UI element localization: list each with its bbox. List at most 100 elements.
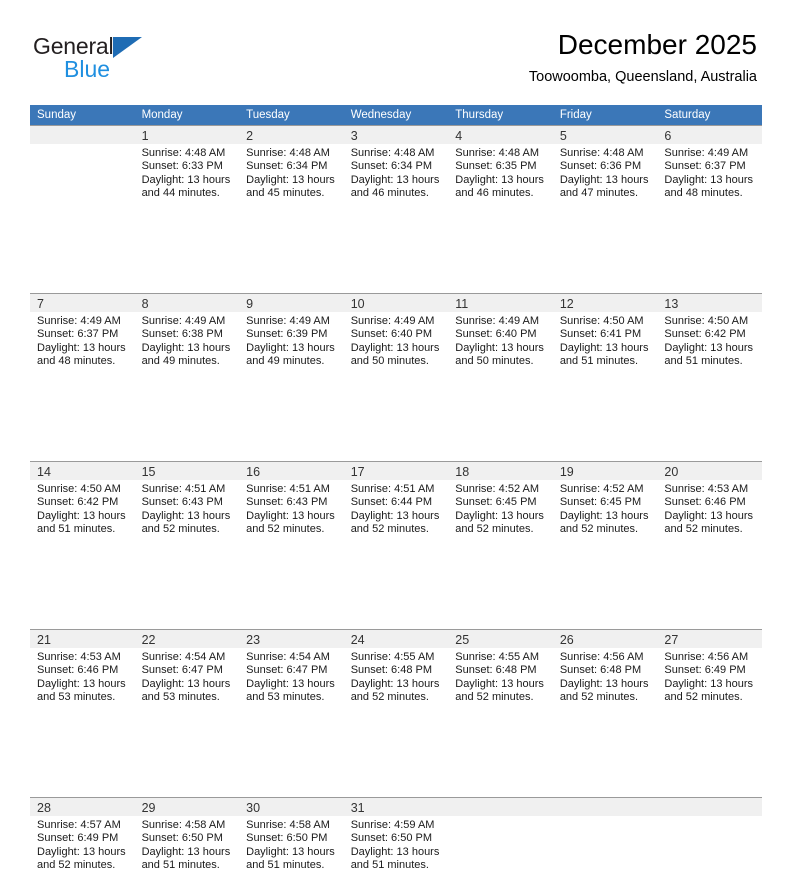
calendar-day-cell[interactable]: 2 Sunrise: 4:48 AM Sunset: 6:34 PM Daylight… (239, 125, 344, 215)
day-cell-inner: 2 Sunrise: 4:48 AM Sunset: 6:34 PM Daylight… (239, 125, 344, 215)
day-cell-body: Sunrise: 4:49 AM Sunset: 6:40 PM Daylight:… (344, 312, 449, 368)
sunset-text: Sunset: 6:48 PM (455, 664, 537, 677)
calendar-day-cell[interactable]: 7 Sunrise: 4:49 AM Sunset: 6:37 PM Daylight… (30, 293, 135, 383)
day-number-band: 6 (657, 126, 762, 144)
week-separator (30, 551, 762, 629)
day-number-band: 7 (30, 294, 135, 312)
day-number: 23 (246, 633, 261, 647)
calendar-day-cell[interactable]: 17 Sunrise: 4:51 AM Sunset: 6:44 PM Dayligh… (343, 461, 449, 551)
sunrise-text: Sunrise: 4:53 AM (37, 651, 121, 663)
calendar-day-cell[interactable]: 29 Sunrise: 4:58 AM Sunset: 6:50 PM Dayligh… (134, 797, 240, 887)
day-cell-inner: 17 Sunrise: 4:51 AM Sunset: 6:44 PM Dayligh… (343, 461, 449, 551)
daylight-text: Daylight: 13 hours and 46 minutes. (455, 173, 544, 199)
day-number-band: 26 (552, 630, 658, 648)
daylight-text: Daylight: 13 hours and 49 minutes. (246, 341, 335, 367)
sunset-text: Sunset: 6:34 PM (246, 160, 328, 173)
calendar-day-cell[interactable]: 15 Sunrise: 4:51 AM Sunset: 6:43 PM Dayligh… (134, 461, 240, 551)
sunset-text: Sunset: 6:41 PM (559, 328, 642, 341)
calendar-day-cell[interactable]: 18 Sunrise: 4:52 AM Sunset: 6:45 PM Dayligh… (448, 461, 553, 551)
day-cell-inner: 16 Sunrise: 4:51 AM Sunset: 6:43 PM Dayligh… (239, 461, 344, 551)
day-number: 18 (455, 465, 470, 479)
day-number: 28 (37, 801, 51, 815)
day-cell-body: Sunrise: 4:52 AM Sunset: 6:45 PM Daylight:… (553, 480, 658, 536)
sunrise-text: Sunrise: 4:51 AM (350, 483, 435, 495)
calendar-day-cell[interactable]: 25 Sunrise: 4:55 AM Sunset: 6:48 PM Dayligh… (448, 629, 553, 719)
day-cell-inner: 11 Sunrise: 4:49 AM Sunset: 6:40 PM Dayligh… (448, 293, 553, 383)
sunset-text: Sunset: 6:50 PM (350, 832, 433, 845)
day-cell-inner: 8 Sunrise: 4:49 AM Sunset: 6:38 PM Daylight… (134, 293, 240, 383)
sunset-text: Sunset: 6:48 PM (350, 664, 433, 677)
sunrise-text: Sunrise: 4:56 AM (559, 651, 644, 663)
sunrise-text: Sunrise: 4:50 AM (37, 483, 121, 495)
weekday-header-sunday: Sunday (30, 105, 135, 125)
general-blue-logo[interactable]: General Blue (33, 33, 193, 83)
day-cell-body: Sunrise: 4:56 AM Sunset: 6:48 PM Daylight:… (553, 648, 658, 704)
calendar-day-cell[interactable]: 27 Sunrise: 4:56 AM Sunset: 6:49 PM Dayligh… (657, 629, 762, 719)
calendar-day-cell[interactable]: 21 Sunrise: 4:53 AM Sunset: 6:46 PM Dayligh… (30, 629, 135, 719)
day-cell-body: Sunrise: 4:55 AM Sunset: 6:48 PM Daylight:… (344, 648, 449, 704)
calendar-day-cell[interactable]: 19 Sunrise: 4:52 AM Sunset: 6:45 PM Dayligh… (552, 461, 658, 551)
daylight-text: Daylight: 13 hours and 51 minutes. (37, 509, 126, 535)
calendar-day-cell[interactable]: 6 Sunrise: 4:49 AM Sunset: 6:37 PM Daylight… (657, 125, 762, 215)
calendar-day-cell[interactable]: 3 Sunrise: 4:48 AM Sunset: 6:34 PM Daylight… (343, 125, 449, 215)
day-cell-inner: 4 Sunrise: 4:48 AM Sunset: 6:35 PM Daylight… (448, 125, 553, 215)
day-cell-body: Sunrise: 4:49 AM Sunset: 6:37 PM Daylight:… (30, 312, 135, 368)
calendar-empty-cell (657, 797, 762, 887)
calendar-day-cell[interactable]: 23 Sunrise: 4:54 AM Sunset: 6:47 PM Dayligh… (239, 629, 344, 719)
calendar-week-row: 1 Sunrise: 4:48 AM Sunset: 6:33 PM Daylight… (30, 125, 762, 215)
sunset-text: Sunset: 6:47 PM (246, 664, 328, 677)
day-number-band: 29 (134, 798, 240, 816)
day-number-band: 28 (30, 798, 135, 816)
day-cell-inner: 22 Sunrise: 4:54 AM Sunset: 6:47 PM Dayligh… (134, 629, 240, 719)
day-number-band: 25 (448, 630, 553, 648)
calendar-day-cell[interactable]: 12 Sunrise: 4:50 AM Sunset: 6:41 PM Dayligh… (552, 293, 658, 383)
calendar-day-cell[interactable]: 22 Sunrise: 4:54 AM Sunset: 6:47 PM Dayligh… (134, 629, 240, 719)
day-cell-body: Sunrise: 4:54 AM Sunset: 6:47 PM Daylight:… (239, 648, 344, 704)
sunrise-text: Sunrise: 4:48 AM (350, 147, 435, 159)
calendar-day-cell[interactable]: 13 Sunrise: 4:50 AM Sunset: 6:42 PM Dayligh… (657, 293, 762, 383)
calendar-day-cell[interactable]: 9 Sunrise: 4:49 AM Sunset: 6:39 PM Daylight… (239, 293, 344, 383)
calendar-week-row: 14 Sunrise: 4:50 AM Sunset: 6:42 PM Dayligh… (30, 461, 762, 551)
calendar-day-cell[interactable]: 24 Sunrise: 4:55 AM Sunset: 6:48 PM Dayligh… (343, 629, 449, 719)
day-cell-body: Sunrise: 4:51 AM Sunset: 6:44 PM Daylight:… (344, 480, 449, 536)
calendar-day-cell[interactable]: 28 Sunrise: 4:57 AM Sunset: 6:49 PM Dayligh… (30, 797, 135, 887)
day-cell-body: Sunrise: 4:52 AM Sunset: 6:45 PM Daylight:… (448, 480, 553, 536)
day-number-band: 16 (239, 462, 344, 480)
daylight-text: Daylight: 13 hours and 48 minutes. (664, 173, 754, 199)
day-number-band: 30 (239, 798, 344, 816)
calendar-day-cell[interactable]: 1 Sunrise: 4:48 AM Sunset: 6:33 PM Daylight… (134, 125, 240, 215)
calendar-day-cell[interactable]: 10 Sunrise: 4:49 AM Sunset: 6:40 PM Dayligh… (343, 293, 449, 383)
day-cell-inner: 6 Sunrise: 4:49 AM Sunset: 6:37 PM Daylight… (657, 125, 762, 215)
calendar-week-row: 28 Sunrise: 4:57 AM Sunset: 6:49 PM Dayligh… (30, 797, 762, 887)
sunrise-text: Sunrise: 4:49 AM (246, 315, 330, 327)
day-cell-body: Sunrise: 4:50 AM Sunset: 6:42 PM Daylight:… (30, 480, 135, 536)
day-cell-body: Sunrise: 4:49 AM Sunset: 6:38 PM Daylight:… (135, 312, 240, 368)
sunset-text: Sunset: 6:46 PM (37, 664, 119, 677)
calendar-day-cell[interactable]: 30 Sunrise: 4:58 AM Sunset: 6:50 PM Dayligh… (239, 797, 344, 887)
day-number: 12 (559, 297, 574, 311)
day-cell-body: Sunrise: 4:49 AM Sunset: 6:37 PM Daylight:… (657, 144, 762, 200)
sunrise-text: Sunrise: 4:54 AM (246, 651, 330, 663)
calendar-empty-cell (30, 125, 135, 215)
day-cell-inner: 19 Sunrise: 4:52 AM Sunset: 6:45 PM Dayligh… (552, 461, 658, 551)
day-number: 6 (664, 129, 672, 143)
calendar-day-cell[interactable]: 11 Sunrise: 4:49 AM Sunset: 6:40 PM Dayligh… (448, 293, 553, 383)
day-number: 22 (141, 633, 156, 647)
calendar-body: 1 Sunrise: 4:48 AM Sunset: 6:33 PM Daylight… (30, 125, 762, 887)
calendar-day-cell[interactable]: 4 Sunrise: 4:48 AM Sunset: 6:35 PM Daylight… (448, 125, 553, 215)
day-cell-inner: 23 Sunrise: 4:54 AM Sunset: 6:47 PM Dayligh… (239, 629, 344, 719)
calendar-day-cell[interactable]: 16 Sunrise: 4:51 AM Sunset: 6:43 PM Dayligh… (239, 461, 344, 551)
sunset-text: Sunset: 6:38 PM (141, 328, 223, 341)
calendar-day-cell[interactable]: 14 Sunrise: 4:50 AM Sunset: 6:42 PM Dayligh… (30, 461, 135, 551)
calendar-day-cell[interactable]: 26 Sunrise: 4:56 AM Sunset: 6:48 PM Dayligh… (552, 629, 658, 719)
weekday-header-thursday: Thursday (448, 105, 553, 125)
weekday-header-saturday: Saturday (657, 105, 762, 125)
calendar-day-cell[interactable]: 31 Sunrise: 4:59 AM Sunset: 6:50 PM Dayligh… (343, 797, 449, 887)
sunrise-text: Sunrise: 4:49 AM (350, 315, 435, 327)
calendar-day-cell[interactable]: 8 Sunrise: 4:49 AM Sunset: 6:38 PM Daylight… (134, 293, 240, 383)
sunrise-text: Sunrise: 4:52 AM (455, 483, 540, 495)
sunset-text: Sunset: 6:42 PM (37, 496, 119, 509)
day-cell-inner: 1 Sunrise: 4:48 AM Sunset: 6:33 PM Daylight… (134, 125, 240, 215)
calendar-day-cell[interactable]: 20 Sunrise: 4:53 AM Sunset: 6:46 PM Dayligh… (657, 461, 762, 551)
calendar-day-cell[interactable]: 5 Sunrise: 4:48 AM Sunset: 6:36 PM Daylight… (552, 125, 658, 215)
